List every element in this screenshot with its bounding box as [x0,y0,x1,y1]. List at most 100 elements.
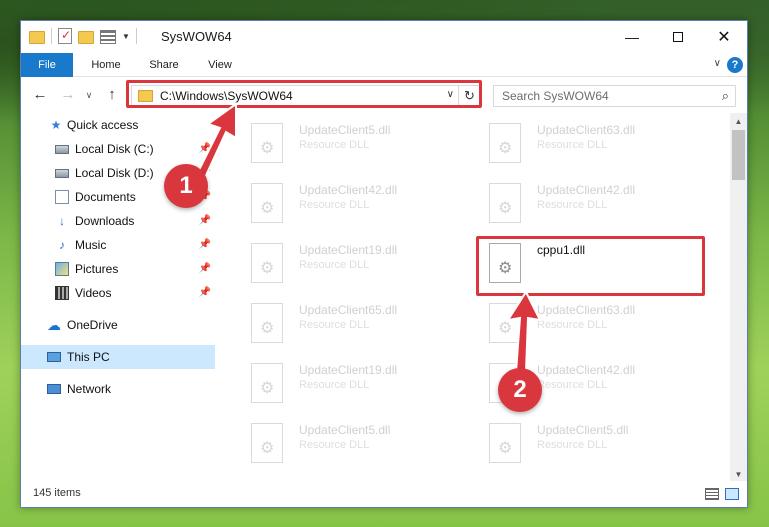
dll-file-icon [489,423,521,463]
sidebar-item-network[interactable]: Network [21,377,215,401]
file-name: UpdateClient63.dll [537,123,636,137]
file-list: UpdateClient5.dll Resource DLL UpdateCli… [231,113,731,483]
vertical-scrollbar[interactable]: ▲ ▼ [730,113,747,483]
file-type: Resource DLL [537,319,608,331]
view-options-icon[interactable] [100,29,116,44]
file-item[interactable]: UpdateClient63.dll Resource DLL [479,297,707,349]
up-button[interactable]: ↑ [103,85,121,105]
file-type: Resource DLL [299,259,370,271]
back-button[interactable]: ← [31,85,49,105]
file-type: Resource DLL [537,439,608,451]
pin-icon[interactable]: 📌 [199,281,211,305]
sidebar-item-label: Videos [75,286,112,300]
sidebar-item-label: Local Disk (C:) [75,142,154,156]
sidebar-item-music[interactable]: ♪ Music 📌 [21,233,215,257]
music-icon: ♪ [59,238,65,252]
customize-toolbar-chevron-icon[interactable]: ▼ [122,32,130,41]
pin-icon[interactable]: 📌 [199,137,211,161]
file-item[interactable]: UpdateClient42.dll Resource DLL [241,177,469,229]
toolbar-separator [51,28,52,44]
file-name: UpdateClient5.dll [299,423,391,437]
disk-icon [55,169,69,178]
sidebar-item-label: This PC [67,350,110,364]
file-type: Resource DLL [299,319,370,331]
onedrive-icon: ☁ [47,317,61,333]
dll-file-icon [251,243,283,283]
forward-button[interactable]: → [59,85,77,105]
expand-ribbon-chevron-icon[interactable]: ∨ [714,58,721,69]
help-icon[interactable]: ? [727,57,743,73]
file-name: UpdateClient42.dll [299,183,398,197]
pc-icon [47,352,61,362]
sidebar-item-downloads[interactable]: ↓ Downloads 📌 [21,209,215,233]
scroll-up-arrow-icon[interactable]: ▲ [730,113,747,130]
file-item[interactable]: UpdateClient5.dll Resource DLL [241,417,469,469]
details-view-icon[interactable] [705,488,719,500]
properties-icon[interactable] [58,28,72,44]
star-icon: ★ [50,118,62,132]
file-name: UpdateClient63.dll [537,303,636,317]
tab-home[interactable]: Home [79,53,133,77]
search-icon[interactable]: ⌕ [722,88,729,104]
disk-icon [55,145,69,154]
large-icons-view-icon[interactable] [725,488,739,500]
file-item[interactable]: UpdateClient19.dll Resource DLL [241,357,469,409]
file-highlight [476,236,705,296]
sidebar-item-label: Downloads [75,214,135,228]
dll-file-icon [251,303,283,343]
sidebar-item-label: Quick access [67,118,139,132]
sidebar-item-label: OneDrive [67,318,118,332]
file-type: Resource DLL [299,139,370,151]
status-bar: 145 items [21,481,747,507]
ribbon-tabs: File Home Share View ∨ ? [21,53,747,77]
sidebar-item-label: Pictures [75,262,119,276]
file-item[interactable]: UpdateClient65.dll Resource DLL [241,297,469,349]
search-input[interactable]: Search SysWOW64 ⌕ [493,85,736,107]
file-item[interactable]: UpdateClient5.dll Resource DLL [241,117,469,169]
network-icon [47,384,61,394]
recent-locations-chevron-icon[interactable]: ∨ [83,85,95,105]
tab-file[interactable]: File [21,53,73,77]
dll-file-icon [251,363,283,403]
close-button[interactable]: ✕ [701,21,747,53]
tab-share[interactable]: Share [139,53,189,77]
sidebar-item-onedrive[interactable]: ☁ OneDrive [21,313,215,337]
file-item[interactable]: UpdateClient5.dll Resource DLL [479,417,707,469]
sidebar-item-label: Network [67,382,112,396]
sidebar-item-quick-access[interactable]: ★ Quick access [21,113,215,137]
file-type: Resource DLL [299,439,370,451]
download-icon: ↓ [59,214,65,228]
dll-file-icon [489,303,521,343]
sidebar-item-local-disk-c[interactable]: Local Disk (C:) 📌 [21,137,215,161]
pin-icon[interactable]: 📌 [199,209,211,233]
sidebar-item-label: Local Disk (D:) [75,166,154,180]
sidebar-item-pictures[interactable]: Pictures 📌 [21,257,215,281]
maximize-button[interactable] [655,21,701,53]
file-item[interactable]: UpdateClient42.dll Resource DLL [479,177,707,229]
sidebar-item-label: Music [75,238,107,252]
scrollbar-thumb[interactable] [732,130,745,180]
new-folder-icon[interactable] [78,30,94,44]
pin-icon[interactable]: 📌 [199,257,211,281]
item-count: 145 items [33,487,81,499]
address-bar-highlight [126,80,482,108]
search-placeholder: Search SysWOW64 [502,89,609,103]
file-name: UpdateClient5.dll [299,123,391,137]
toolbar-separator [135,28,137,44]
file-name: UpdateClient19.dll [299,243,398,257]
sidebar-item-videos[interactable]: Videos 📌 [21,281,215,305]
step-1-badge: 1 [164,164,208,208]
pin-icon[interactable]: 📌 [199,233,211,257]
sidebar-item-label: Documents [75,190,136,204]
sidebar-item-this-pc[interactable]: This PC [21,345,215,369]
file-type: Resource DLL [299,379,370,391]
file-item[interactable]: UpdateClient19.dll Resource DLL [241,237,469,289]
minimize-button[interactable]: — [609,21,655,53]
file-item[interactable]: UpdateClient63.dll Resource DLL [479,117,707,169]
dll-file-icon [251,183,283,223]
folder-icon [29,30,45,44]
tab-view[interactable]: View [195,53,245,77]
file-type: Resource DLL [537,379,608,391]
documents-icon [55,190,69,204]
file-name: UpdateClient65.dll [299,303,398,317]
